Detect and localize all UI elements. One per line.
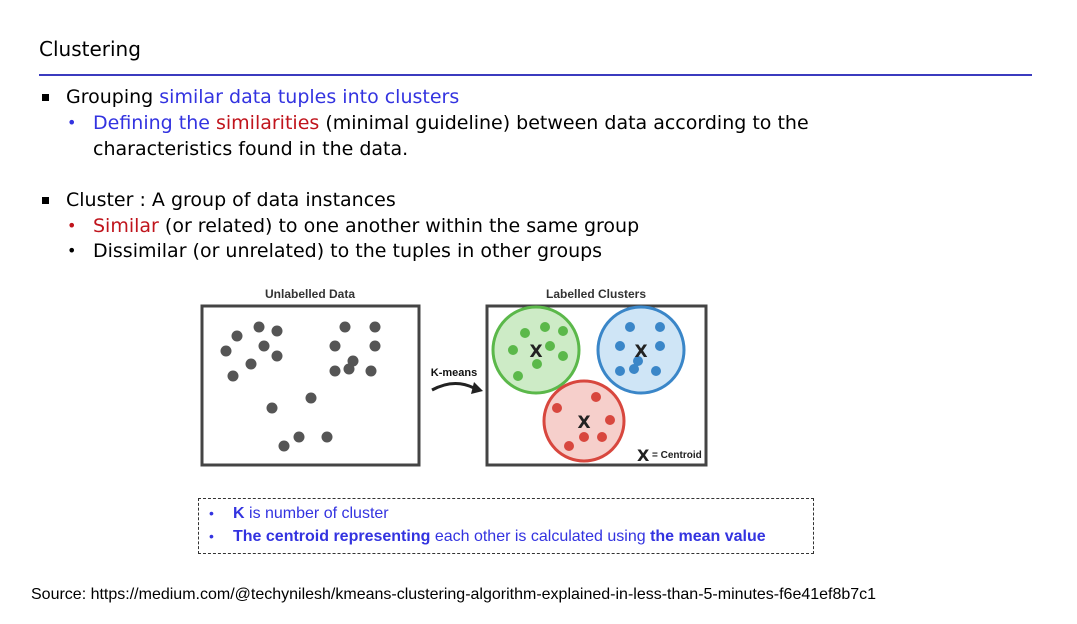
sub-bullet-similar-red: Similar xyxy=(93,215,159,237)
note-line-k: K is number of cluster xyxy=(233,505,389,523)
data-point xyxy=(245,358,257,370)
bullet-cluster: Cluster : A group of data instances xyxy=(66,189,396,211)
data-point xyxy=(625,322,635,332)
note-centroid-mid: each other is calculated using xyxy=(430,528,651,545)
data-point xyxy=(329,340,341,352)
kmeans-arrow-icon xyxy=(431,382,475,392)
arrow-head-icon xyxy=(471,382,483,394)
right-panel-title: Labelled Clusters xyxy=(546,287,646,301)
centroid-marker-green: X xyxy=(529,342,542,362)
sub-bullet-similar: Similar (or related) to one another with… xyxy=(93,213,639,239)
note-bullet-icon: • xyxy=(209,528,214,544)
data-point xyxy=(271,325,283,337)
data-point xyxy=(271,350,283,362)
data-point xyxy=(591,392,601,402)
bullet-dot-icon: • xyxy=(67,216,77,235)
kmeans-arrow-label: K-means xyxy=(431,367,477,379)
note-k-rest: is number of cluster xyxy=(244,505,389,522)
data-point xyxy=(343,363,355,375)
unlabelled-panel xyxy=(200,304,421,467)
left-panel-title: Unlabelled Data xyxy=(265,287,355,301)
data-point xyxy=(305,392,317,404)
data-point xyxy=(629,364,639,374)
centroid-marker-blue: X xyxy=(634,342,647,362)
note-centroid-bold: The centroid representing xyxy=(233,528,431,545)
note-bullet-icon: • xyxy=(209,505,214,521)
data-point xyxy=(597,432,607,442)
data-point xyxy=(545,341,555,351)
bullet-grouping: Grouping similar data tuples into cluste… xyxy=(66,84,459,110)
centroid-legend-icon: X xyxy=(637,446,650,465)
data-point xyxy=(293,431,305,443)
data-point xyxy=(329,365,341,377)
data-point xyxy=(655,322,665,332)
data-point xyxy=(615,366,625,376)
sub-bullet-defining-rest: (minimal guideline) between data accordi… xyxy=(319,112,809,134)
note-centroid-bold2: the mean value xyxy=(650,528,766,545)
sub-bullet-defining-blue: Defining the xyxy=(93,112,216,134)
data-point xyxy=(579,432,589,442)
data-point xyxy=(655,341,665,351)
note-box: • K is number of cluster • The centroid … xyxy=(198,498,814,554)
data-point xyxy=(365,365,377,377)
note-line-centroid: The centroid representing each other is … xyxy=(233,528,766,546)
data-point xyxy=(266,402,278,414)
source-citation: Source: https://medium.com/@techynilesh/… xyxy=(31,586,877,603)
bullet-grouping-highlight: similar data tuples into clusters xyxy=(159,86,460,108)
data-point xyxy=(520,328,530,338)
bullet-square-icon xyxy=(42,197,49,204)
data-point xyxy=(540,322,550,332)
page-title: Clustering xyxy=(39,37,141,61)
data-point xyxy=(651,366,661,376)
data-point xyxy=(552,403,562,413)
data-point xyxy=(558,351,568,361)
data-point xyxy=(258,340,270,352)
sub-bullet-defining-line2: characteristics found in the data. xyxy=(93,138,409,160)
data-point xyxy=(564,441,574,451)
bullet-dot-icon: • xyxy=(67,241,77,260)
kmeans-diagram: Unlabelled Data K-means Labelled Cluster… xyxy=(200,287,708,467)
bullet-grouping-prefix: Grouping xyxy=(66,86,160,108)
data-point xyxy=(558,326,568,336)
data-point xyxy=(369,321,381,333)
data-point xyxy=(321,431,333,443)
kmeans-figure: Unlabelled Data K-means Labelled Cluster… xyxy=(198,280,713,475)
data-point xyxy=(369,340,381,352)
data-point xyxy=(253,321,265,333)
data-point xyxy=(227,370,239,382)
data-point xyxy=(508,345,518,355)
data-point xyxy=(513,371,523,381)
data-point xyxy=(220,345,232,357)
data-point xyxy=(278,440,290,452)
sub-bullet-defining: Defining the similarities (minimal guide… xyxy=(93,110,809,136)
sub-bullet-dissimilar: Dissimilar (or unrelated) to the tuples … xyxy=(93,240,603,262)
note-k-bold: K xyxy=(233,505,245,522)
sub-bullet-defining-red: similarities xyxy=(215,112,320,134)
centroid-marker-red: X xyxy=(577,413,590,433)
centroid-legend-label: = Centroid xyxy=(652,450,702,461)
bullet-dot-icon: • xyxy=(67,113,77,132)
data-point xyxy=(339,321,351,333)
data-point xyxy=(615,341,625,351)
data-point xyxy=(231,330,243,342)
sub-bullet-similar-rest: (or related) to one another within the s… xyxy=(158,215,640,237)
data-point xyxy=(605,415,615,425)
title-divider xyxy=(39,74,1032,76)
bullet-square-icon xyxy=(42,94,49,101)
